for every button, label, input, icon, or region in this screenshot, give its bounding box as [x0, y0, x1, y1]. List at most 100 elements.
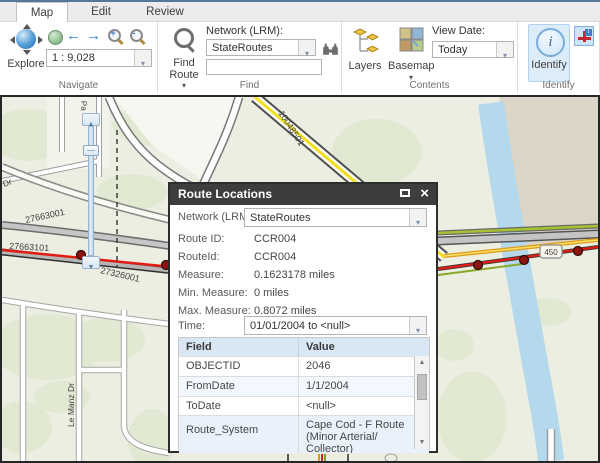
network-lrm-dropdown-button[interactable]: ▾ [298, 40, 315, 55]
ribbon: Explore ← → + - 1 : 9,028 ▾ Navigate Fin… [0, 22, 600, 93]
layers-label: Layers [344, 60, 386, 72]
column-header-value: Value [298, 338, 429, 356]
zoom-slider-down-button[interactable]: ▼ [82, 256, 100, 269]
time-label: Time: [178, 320, 205, 332]
view-date-value: Today [438, 44, 467, 56]
min-measure-value: 0 miles [254, 287, 289, 299]
plus-glyph: + [111, 28, 116, 38]
basemap-label: Basemap [388, 60, 434, 72]
tab-edit[interactable]: Edit [76, 2, 126, 22]
magnifier-handle [139, 39, 145, 45]
scrollbar-thumb[interactable] [417, 374, 427, 400]
dialog-network-combo[interactable]: StateRoutes ▾ [244, 208, 427, 227]
full-extent-globe-icon[interactable] [48, 30, 63, 45]
map-scale-combo[interactable]: 1 : 9,028 ▾ [46, 49, 152, 67]
routeid-label: RouteId: [178, 251, 220, 263]
time-combo[interactable]: 01/01/2004 to <null> ▾ [244, 316, 427, 335]
identify-label: Identify [529, 59, 569, 71]
measure-value: 0.1623178 miles [254, 269, 335, 281]
next-extent-button[interactable]: → [86, 28, 101, 44]
cell-field: ToDate [179, 397, 298, 415]
chevron-down-icon: ▾ [305, 49, 309, 58]
chevron-down-icon: ▾ [416, 218, 420, 227]
route-input[interactable] [206, 59, 322, 75]
cell-field: FromDate [179, 377, 298, 396]
chevron-down-icon: ▾ [141, 59, 145, 68]
identify-icon: i [536, 28, 565, 57]
ribbon-tab-strip: Map Edit Review [0, 2, 600, 22]
explore-left-arrow-icon [10, 36, 15, 44]
dialog-title-bar[interactable]: Route Locations × [170, 184, 436, 205]
route-id-label: Route ID: [178, 233, 224, 245]
chevron-down-icon: ▾ [503, 51, 507, 60]
layers-button[interactable]: Layers [344, 24, 386, 86]
route-glyph-horizontal [578, 37, 591, 40]
table-row[interactable]: FromDate 1/1/2004 [179, 377, 429, 397]
map-scale-dropdown-button[interactable]: ▾ [134, 50, 151, 66]
cell-field: Route_System [179, 416, 298, 453]
magnifier-handle [186, 44, 194, 52]
table-header-row: Field Value [179, 338, 429, 357]
table-row[interactable]: OBJECTID 2046 [179, 357, 429, 377]
group-navigate: Explore ← → + - 1 : 9,028 ▾ Navigate [0, 22, 158, 93]
scroll-up-button[interactable]: ▲ [415, 356, 429, 369]
dialog-network-dropdown-button[interactable]: ▾ [409, 209, 426, 226]
find-route-magnifier-icon [174, 28, 194, 48]
group-label-navigate: Navigate [0, 80, 157, 91]
explore-up-arrow-icon [23, 24, 31, 29]
route-id-value: CCR004 [254, 233, 296, 245]
basemap-icon [399, 27, 424, 52]
attributes-table: Field Value OBJECTID 2046 FromDate 1/1/2… [178, 337, 430, 450]
scroll-down-button[interactable]: ▼ [415, 436, 429, 449]
tab-review[interactable]: Review [136, 2, 194, 22]
view-date-dropdown-button[interactable]: ▾ [496, 42, 513, 57]
minus-glyph: - [133, 28, 136, 38]
identify-button[interactable]: i Identify [528, 24, 570, 82]
group-contents: Layers Basemap ▾ View Date: Today ▾ Cont… [342, 22, 518, 93]
zoom-out-button[interactable]: - [130, 29, 143, 42]
cell-value: Cape Cod - F Route (Minor Arterial/ Coll… [298, 416, 429, 453]
table-row[interactable]: ToDate <null> [179, 397, 429, 416]
info-badge-icon: i [585, 29, 592, 36]
cell-field: OBJECTID [179, 357, 298, 376]
view-date-combo[interactable]: Today ▾ [432, 41, 514, 58]
view-date-label: View Date: [432, 25, 485, 37]
cell-value: <null> [298, 397, 429, 415]
dialog-network-value: StateRoutes [250, 212, 311, 224]
maximize-icon[interactable] [400, 189, 410, 197]
zoom-in-button[interactable]: + [108, 29, 121, 42]
binoculars-icon[interactable] [320, 40, 341, 61]
close-icon[interactable]: × [420, 185, 429, 202]
street-label-lemanz: Le Manz Dr [66, 383, 76, 427]
explore-down-arrow-icon [23, 50, 31, 55]
route-locations-dialog: Route Locations × Network (LRM): StateRo… [168, 182, 438, 453]
identify-route-locations-tool-button[interactable]: i [574, 26, 594, 46]
chevron-down-icon: ▾ [416, 326, 420, 335]
application-window: Map Edit Review Explore ← → + - 1 : 9,02… [0, 0, 600, 463]
time-dropdown-button[interactable]: ▾ [409, 317, 426, 334]
network-lrm-label: Network (LRM): [206, 25, 283, 37]
min-measure-label: Min. Measure: [178, 287, 248, 299]
table-scrollbar[interactable]: ▲ ▼ [414, 356, 429, 449]
street-label-top: Pa [79, 101, 89, 112]
previous-extent-button[interactable]: ← [66, 28, 81, 44]
info-glyph: i [548, 34, 552, 50]
map-zoom-slider: ▲ ▼ [81, 113, 101, 269]
routeid-value: CCR004 [254, 251, 296, 263]
time-value: 01/01/2004 to <null> [250, 320, 350, 332]
zoom-slider-up-button[interactable]: ▲ [82, 113, 100, 126]
network-lrm-combo[interactable]: StateRoutes ▾ [206, 39, 316, 56]
group-label-identify: Identify [518, 80, 599, 91]
magnifier-handle [117, 39, 123, 45]
tab-map[interactable]: Map [16, 2, 68, 23]
find-route-label-line1: Find [162, 57, 206, 69]
group-label-find: Find [158, 80, 341, 91]
chevron-down-icon: ▼ [88, 264, 95, 271]
zoom-slider-thumb[interactable] [83, 145, 99, 156]
explore-button[interactable]: Explore [6, 24, 46, 74]
group-find: Find Route ▾ Network (LRM): StateRoutes … [158, 22, 342, 93]
table-row[interactable]: Route_System Cape Cod - F Route (Minor A… [179, 416, 429, 453]
max-measure-label: Max. Measure: [178, 305, 251, 317]
explore-right-arrow-icon [38, 36, 43, 44]
map-scale-value: 1 : 9,028 [52, 52, 95, 64]
